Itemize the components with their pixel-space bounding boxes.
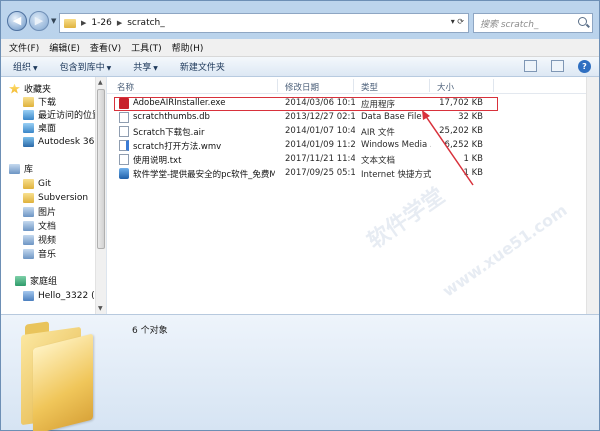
cloud-icon (23, 136, 34, 147)
address-bar[interactable]: ▶ 1-26 ▶ scratch_ ▾ ⟳ (59, 13, 469, 33)
command-bar: 组织 ▼ 包含到库中 ▼ 共享 ▼ 新建文件夹 ? (1, 57, 599, 77)
refresh-icon[interactable]: ▾ ⟳ (451, 17, 464, 26)
scroll-up-icon[interactable]: ▲ (98, 79, 103, 86)
share-button[interactable]: 共享 ▼ (133, 60, 158, 73)
user-icon (23, 290, 34, 301)
nav-label: 最近访问的位置 (38, 111, 102, 121)
nav-pictures[interactable]: 图片 (23, 205, 56, 218)
address-row: ◀ ▶ ▼ ▶ 1-26 ▶ scratch_ ▾ ⟳ 搜索 scratch_ (1, 1, 599, 39)
nav-label: Subversion (38, 192, 89, 203)
nav-label: 图片 (38, 208, 57, 218)
details-pane: 6 个对象 (1, 314, 599, 431)
arrow-line (424, 114, 474, 186)
nav-label: 下载 (38, 98, 57, 108)
navigation-pane: 收藏夹 下载 最近访问的位置 桌面 Autodesk 360 库 Git Sub… (1, 77, 107, 314)
folder-front (33, 333, 93, 431)
nav-autodesk[interactable]: Autodesk 360 (23, 135, 100, 148)
nav-label: 家庭组 (30, 277, 58, 287)
nav-recent-places[interactable]: 最近访问的位置 (23, 108, 101, 121)
toolbar-right: ? (524, 60, 591, 73)
item-count: 6 个对象 (132, 326, 168, 336)
forward-button[interactable]: ▶ (29, 11, 49, 31)
menu-view[interactable]: 查看(V) (90, 41, 121, 54)
nav-label: 收藏夹 (24, 85, 52, 95)
videos-icon (23, 234, 34, 245)
nav-documents[interactable]: 文档 (23, 219, 56, 232)
nav-git[interactable]: Git (23, 177, 51, 190)
nav-scrollbar[interactable]: ▲ ▼ (95, 77, 106, 314)
nav-desktop[interactable]: 桌面 (23, 121, 56, 134)
nav-label: 桌面 (38, 124, 57, 134)
search-icon (578, 17, 587, 26)
menu-tools[interactable]: 工具(T) (131, 41, 162, 54)
folder-icon (23, 96, 34, 107)
explorer-window: ◀ ▶ ▼ ▶ 1-26 ▶ scratch_ ▾ ⟳ 搜索 scratch_ … (0, 0, 600, 431)
share-label: 共享 (133, 63, 152, 73)
search-placeholder: 搜索 scratch_ (480, 19, 539, 30)
nav-label: 文档 (38, 222, 57, 232)
include-library-button[interactable]: 包含到库中 ▼ (60, 60, 112, 73)
nav-subversion[interactable]: Subversion (23, 191, 88, 204)
scroll-thumb[interactable] (97, 89, 105, 249)
chevron-right-icon: ▶ (81, 19, 87, 27)
folder-icon (23, 192, 34, 203)
organize-label: 组织 (13, 63, 32, 73)
change-view-icon[interactable] (524, 60, 537, 72)
nav-music[interactable]: 音乐 (23, 247, 56, 260)
menu-file[interactable]: 文件(F) (9, 41, 39, 54)
nav-label: 音乐 (38, 250, 57, 260)
scroll-down-icon[interactable]: ▼ (98, 305, 103, 312)
folder-icon (64, 18, 76, 28)
pictures-icon (23, 206, 34, 217)
nav-homegroup[interactable]: 家庭组 (15, 274, 57, 287)
chevron-down-icon: ▼ (153, 65, 158, 72)
nav-libraries[interactable]: 库 (9, 162, 33, 175)
organize-button[interactable]: 组织 ▼ (13, 60, 38, 73)
folder-icon (23, 178, 34, 189)
menu-bar: 文件(F) 编辑(E) 查看(V) 工具(T) 帮助(H) (1, 39, 599, 57)
annotation-arrow (422, 110, 474, 186)
desktop-icon (23, 122, 34, 133)
file-list: 名称 修改日期 类型 大小 AdobeAIRInstaller.exe 2014… (107, 77, 599, 314)
file-list-scrollbar[interactable] (586, 77, 599, 314)
chevron-right-icon: ▶ (116, 19, 123, 27)
nav-favorites[interactable]: 收藏夹 (9, 82, 51, 95)
nav-label: 库 (24, 165, 34, 175)
documents-icon (23, 220, 34, 231)
arrow-head (422, 110, 430, 120)
nav-label: Autodesk 360 (38, 136, 101, 147)
breadcrumb-1-26[interactable]: 1-26 (91, 18, 111, 28)
nav-label: 视频 (38, 236, 57, 246)
star-icon (9, 83, 20, 94)
nav-videos[interactable]: 视频 (23, 233, 56, 246)
recent-pages-dropdown[interactable]: ▼ (51, 17, 56, 25)
chevron-down-icon: ▼ (106, 65, 112, 72)
new-folder-button[interactable]: 新建文件夹 (180, 60, 225, 73)
menu-help[interactable]: 帮助(H) (172, 41, 204, 54)
back-button[interactable]: ◀ (7, 11, 27, 31)
library-icon (9, 163, 20, 174)
music-icon (23, 248, 34, 259)
homegroup-icon (15, 275, 26, 286)
folder-large-icon (21, 321, 93, 431)
preview-pane-icon[interactable] (551, 60, 564, 72)
include-library-label: 包含到库中 (59, 63, 105, 73)
help-icon[interactable]: ? (578, 60, 591, 73)
breadcrumb-scratch[interactable]: scratch_ (127, 18, 165, 28)
chevron-down-icon: ▼ (33, 65, 38, 72)
search-input[interactable]: 搜索 scratch_ (473, 13, 593, 33)
nav-downloads[interactable]: 下载 (23, 95, 56, 108)
nav-label: Git (38, 178, 52, 189)
menu-edit[interactable]: 编辑(E) (49, 41, 80, 54)
recent-places-icon (23, 109, 34, 120)
